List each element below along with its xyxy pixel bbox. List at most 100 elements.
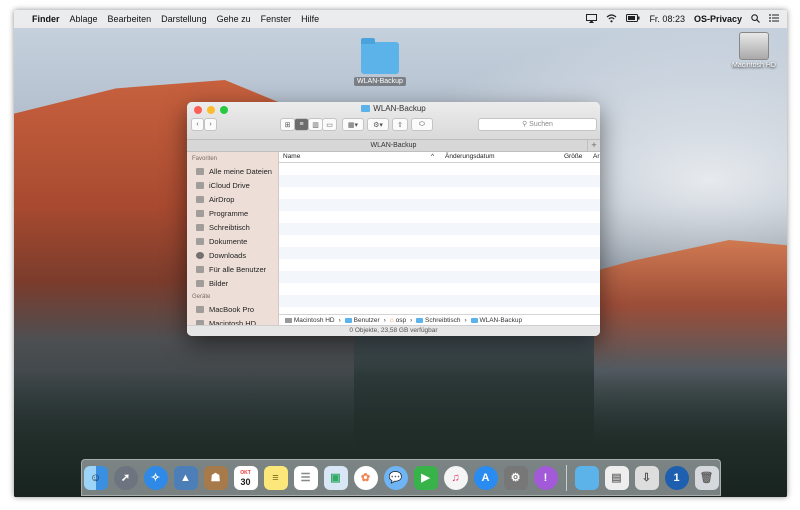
downloads-stack-icon[interactable]: ⇩ bbox=[634, 465, 659, 490]
notes-icon[interactable]: ≡ bbox=[263, 465, 288, 490]
sidebar-item-label: Bilder bbox=[209, 278, 229, 288]
tags-button[interactable]: ⬭ bbox=[411, 118, 433, 131]
arrange-button[interactable]: ▦▾ bbox=[342, 118, 364, 131]
sidebar-item-bilder[interactable]: Bilder bbox=[187, 276, 278, 290]
menu-hilfe[interactable]: Hilfe bbox=[301, 14, 319, 24]
sidebar-item-airdrop[interactable]: AirDrop bbox=[187, 192, 278, 206]
desktop-screen: Finder Ablage Bearbeiten Darstellung Geh… bbox=[14, 10, 787, 497]
share-button[interactable]: ⇧ bbox=[392, 118, 408, 131]
calendar-icon[interactable]: OKT 30 bbox=[233, 465, 258, 490]
search-placeholder: Suchen bbox=[529, 121, 553, 128]
column-header-kind[interactable]: Ar bbox=[593, 153, 600, 160]
view-icons-button[interactable]: ⊞ bbox=[280, 118, 295, 131]
path-item-benutzer[interactable]: Benutzer bbox=[344, 317, 380, 324]
sidebar-item-label: Alle meine Dateien bbox=[209, 166, 272, 176]
sidebar-section-devices: Geräte bbox=[192, 294, 211, 300]
column-header-name[interactable]: Name bbox=[283, 153, 300, 160]
wifi-icon[interactable] bbox=[606, 13, 617, 25]
sidebar-item-icloud-drive[interactable]: iCloud Drive bbox=[187, 178, 278, 192]
empty-row bbox=[279, 211, 600, 223]
menu-bar: Finder Ablage Bearbeiten Darstellung Geh… bbox=[14, 10, 787, 28]
applications-icon bbox=[196, 209, 204, 217]
trash-icon[interactable]: 🗑 bbox=[694, 465, 719, 490]
photo-app-icon[interactable]: ▲ bbox=[173, 465, 198, 490]
menu-ablage[interactable]: Ablage bbox=[70, 14, 98, 24]
finder-icon[interactable]: ☺ bbox=[83, 465, 108, 490]
documents-icon bbox=[196, 237, 204, 245]
file-list: Name ^ Änderungsdatum Größe Ar bbox=[279, 152, 600, 314]
path-tab[interactable]: WLAN-Backup + bbox=[187, 140, 600, 152]
user-menu[interactable]: OS-Privacy bbox=[694, 14, 742, 24]
menu-bearbeiten[interactable]: Bearbeiten bbox=[108, 14, 152, 24]
system-preferences-icon[interactable]: ⚙ bbox=[503, 465, 528, 490]
back-button[interactable]: ‹ bbox=[191, 118, 204, 131]
desktop-icon bbox=[196, 223, 204, 231]
folder-icon bbox=[344, 318, 352, 323]
downloads-icon bbox=[196, 251, 204, 259]
view-columns-button[interactable]: ▥ bbox=[308, 118, 323, 131]
safari-icon[interactable]: ✧ bbox=[143, 465, 168, 490]
chevron-right-icon: › bbox=[338, 317, 341, 324]
sidebar-item-schreibtisch[interactable]: Schreibtisch bbox=[187, 220, 278, 234]
path-item-schreibtisch[interactable]: Schreibtisch bbox=[416, 317, 460, 324]
action-gear-button[interactable]: ⚙▾ bbox=[367, 118, 389, 131]
path-item-macintosh-hd[interactable]: Macintosh HD bbox=[285, 317, 335, 324]
folder-stack-icon[interactable] bbox=[574, 465, 599, 490]
sidebar-item-dokumente[interactable]: Dokumente bbox=[187, 234, 278, 248]
purple-app-icon[interactable]: ! bbox=[533, 465, 558, 490]
path-item-label: Benutzer bbox=[353, 317, 380, 324]
contacts-icon[interactable]: ☗ bbox=[203, 465, 228, 490]
desktop-folder-wlan-backup[interactable]: WLAN-Backup bbox=[352, 38, 408, 86]
desktop-hd-macintosh[interactable]: Macintosh HD bbox=[726, 32, 782, 69]
column-header-size[interactable]: Größe bbox=[564, 153, 582, 160]
sidebar-item-label: iCloud Drive bbox=[209, 180, 250, 190]
menu-fenster[interactable]: Fenster bbox=[261, 14, 292, 24]
empty-row bbox=[279, 235, 600, 247]
view-coverflow-button[interactable]: ▭ bbox=[322, 118, 337, 131]
dock-separator bbox=[565, 464, 567, 491]
sidebar-section-favorites: Favoriten bbox=[192, 156, 218, 162]
documents-stack-icon[interactable]: ▤ bbox=[604, 465, 629, 490]
chevron-right-icon: › bbox=[464, 317, 467, 324]
reminders-icon[interactable]: ☰ bbox=[293, 465, 318, 490]
view-list-button[interactable]: ≡ bbox=[294, 118, 309, 131]
hard-drive-icon bbox=[285, 318, 292, 323]
clock[interactable]: Fr. 08:23 bbox=[649, 14, 685, 24]
search-field[interactable]: ⚲ Suchen bbox=[478, 118, 597, 131]
forward-button[interactable]: › bbox=[204, 118, 217, 131]
itunes-icon[interactable]: ♫ bbox=[443, 465, 468, 490]
1password-icon[interactable]: 1 bbox=[664, 465, 689, 490]
chevron-right-icon: › bbox=[383, 317, 386, 324]
path-item-wlan-backup[interactable]: WLAN-Backup bbox=[470, 317, 522, 324]
sidebar-item-label: Für alle Benutzer bbox=[209, 264, 267, 274]
empty-row bbox=[279, 295, 600, 307]
sidebar-item-macbook-pro[interactable]: MacBook Pro bbox=[187, 302, 278, 316]
preview-icon[interactable]: ▣ bbox=[323, 465, 348, 490]
messages-icon[interactable]: 💬 bbox=[383, 465, 408, 490]
path-item-label: Schreibtisch bbox=[425, 317, 461, 324]
column-header-row: Name ^ Änderungsdatum Größe Ar bbox=[279, 152, 600, 163]
sidebar-item-fuer-alle-benutzer[interactable]: Für alle Benutzer bbox=[187, 262, 278, 276]
sidebar-item-downloads[interactable]: Downloads bbox=[187, 248, 278, 262]
sidebar-item-alle-meine-dateien[interactable]: Alle meine Dateien bbox=[187, 164, 278, 178]
spotlight-icon[interactable] bbox=[751, 13, 760, 25]
folder-icon bbox=[470, 318, 478, 323]
window-title-text: WLAN-Backup bbox=[373, 104, 426, 113]
battery-icon[interactable] bbox=[626, 14, 640, 24]
notification-center-icon[interactable] bbox=[769, 14, 779, 24]
menu-gehe-zu[interactable]: Gehe zu bbox=[217, 14, 251, 24]
menu-darstellung[interactable]: Darstellung bbox=[161, 14, 207, 24]
launchpad-icon[interactable]: ➚ bbox=[113, 465, 138, 490]
sidebar-item-programme[interactable]: Programme bbox=[187, 206, 278, 220]
facetime-icon[interactable]: ▶ bbox=[413, 465, 438, 490]
new-tab-button[interactable]: + bbox=[587, 140, 600, 151]
empty-row bbox=[279, 163, 600, 175]
sidebar-item-label: MacBook Pro bbox=[209, 304, 255, 314]
path-item-osp[interactable]: ⌂ osp bbox=[390, 317, 406, 324]
photos-icon[interactable]: ✿ bbox=[353, 465, 378, 490]
column-header-date[interactable]: Änderungsdatum bbox=[445, 153, 495, 160]
menu-finder[interactable]: Finder bbox=[32, 14, 60, 24]
sidebar-item-label: Dokumente bbox=[209, 236, 248, 246]
airplay-icon[interactable] bbox=[586, 13, 598, 25]
app-store-icon[interactable]: A bbox=[473, 465, 498, 490]
